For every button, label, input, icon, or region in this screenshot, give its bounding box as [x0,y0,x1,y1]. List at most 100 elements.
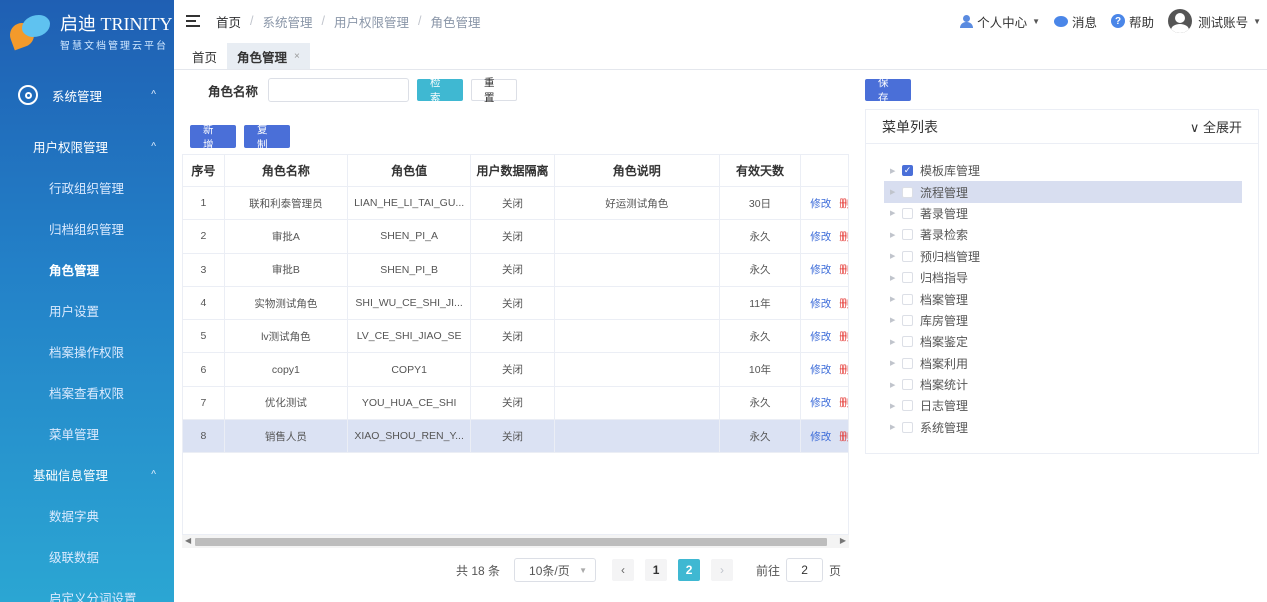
menu-tree-node[interactable]: ▶ 日志管理 [884,395,1242,416]
checkbox[interactable] [902,186,913,198]
table-row[interactable]: 5lv测试角色LV_CE_SHI_JIAO_SE关闭 永久修改删 [183,320,848,354]
reset-button[interactable]: 重置 [471,77,518,104]
menu-tree-node[interactable]: ▶ 流程管理 [884,181,1242,203]
table-row[interactable]: 6copy1COPY1关闭 10年修改删 [183,353,848,387]
help-link[interactable]: ? 帮助 [1111,12,1154,31]
checkbox[interactable] [902,229,913,241]
expand-arrow-icon[interactable]: ▶ [890,231,896,239]
menu-tree-node[interactable]: ▶ 档案管理 [884,288,1242,309]
menu-tree-node[interactable]: ▶ ✓ 模板库管理 [884,160,1242,181]
sidebar-item[interactable]: 档案查看权限 [0,372,174,413]
menu-tree-node[interactable]: ▶ 档案统计 [884,374,1242,395]
menu-tree-node[interactable]: ▶ 库房管理 [884,310,1242,331]
checkbox[interactable] [902,336,913,348]
edit-link[interactable]: 修改 [810,229,831,244]
table-row[interactable]: 1 联和利泰管理员 LIAN_HE_LI_TAI_GU... 关闭 好运测试角色 30日修… [183,187,848,221]
sidebar-item[interactable]: 级联数据 [0,536,174,577]
checkbox[interactable] [902,207,913,219]
checkbox[interactable] [902,250,913,262]
edit-link[interactable]: 修改 [810,296,831,311]
sidebar-item[interactable]: 菜单管理 [0,413,174,454]
expand-arrow-icon[interactable]: ▶ [890,338,896,346]
expand-arrow-icon[interactable]: ▶ [890,188,896,196]
delete-link[interactable]: 删 [839,229,848,244]
page-size-select[interactable]: 10条/页 ▼ [514,558,597,582]
expand-arrow-icon[interactable]: ▶ [890,209,896,217]
menu-tree-node[interactable]: ▶ 预归档管理 [884,246,1242,267]
sidebar-item[interactable]: 归档组织管理 [0,208,174,249]
expand-arrow-icon[interactable]: ▶ [890,381,896,389]
edit-link[interactable]: 修改 [810,196,831,211]
breadcrumb-item[interactable]: 系统管理 [263,12,313,31]
role-name-input[interactable] [268,78,410,102]
goto-page-input[interactable]: 2 [786,558,824,582]
menu-tree-node[interactable]: ▶ 著录管理 [884,203,1242,224]
page-2-button[interactable]: 2 [678,559,701,581]
add-button[interactable]: 新增 [190,124,236,151]
tab-home[interactable]: 首页 [182,43,227,69]
edit-link[interactable]: 修改 [810,362,831,377]
breadcrumb-item[interactable]: 用户权限管理 [334,12,409,31]
table-row[interactable]: 4实物测试角色SHI_WU_CE_SHI_JI...关闭 11年修改删 [183,286,848,321]
close-icon[interactable]: × [294,51,300,62]
scroll-left-icon[interactable]: ◀ [185,536,191,545]
checkbox[interactable] [902,272,913,284]
personal-center-menu[interactable]: 个人中心 ▼ [960,12,1040,31]
checkbox[interactable] [902,293,913,305]
menu-tree-node[interactable]: ▶ 档案利用 [884,353,1242,374]
expand-arrow-icon[interactable]: ▶ [890,252,896,260]
next-page-button[interactable]: › [711,559,734,581]
search-button[interactable]: 检索 [417,77,464,104]
messages-link[interactable]: 消息 [1054,12,1097,31]
expand-all-button[interactable]: ∨ 全展开 [1190,117,1242,136]
expand-arrow-icon[interactable]: ▶ [890,274,896,282]
edit-link[interactable]: 修改 [810,262,831,277]
expand-arrow-icon[interactable]: ▶ [890,402,896,410]
table-row[interactable]: 3审批BSHEN_PI_B关闭 永久修改删 [183,253,848,287]
checkbox[interactable] [902,357,913,369]
sidebar-item[interactable]: 启定义分词设置 [0,577,174,602]
menu-tree-node[interactable]: ▶ 系统管理 [884,417,1242,438]
scrollbar-thumb[interactable] [195,538,827,546]
expand-arrow-icon[interactable]: ▶ [890,423,896,431]
delete-link[interactable]: 删 [839,395,848,410]
delete-link[interactable]: 删 [839,296,848,311]
expand-arrow-icon[interactable]: ▶ [890,167,896,175]
expand-arrow-icon[interactable]: ▶ [890,359,896,367]
delete-link[interactable]: 删 [839,196,848,211]
sidebar-item[interactable]: 数据字典 [0,495,174,536]
expand-arrow-icon[interactable]: ▶ [890,295,896,303]
delete-link[interactable]: 删 [839,329,848,344]
expand-arrow-icon[interactable]: ▶ [890,316,896,324]
edit-link[interactable]: 修改 [810,329,831,344]
page-1-button[interactable]: 1 [645,559,668,581]
menu-tree-node[interactable]: ▶ 著录检索 [884,224,1242,245]
scroll-right-icon[interactable]: ▶ [840,536,846,545]
delete-link[interactable]: 删 [839,429,848,444]
edit-link[interactable]: 修改 [810,429,831,444]
checkbox[interactable] [902,379,913,391]
copy-button[interactable]: 复制 [244,124,290,151]
hamburger-icon[interactable] [186,15,200,27]
checkbox[interactable] [902,314,913,326]
tab-role-management[interactable]: 角色管理 × [227,43,310,69]
sidebar-item[interactable]: 角色管理 [0,249,174,290]
menu-tree-node[interactable]: ▶ 归档指导 [884,267,1242,288]
table-row[interactable]: 8销售人员XIAO_SHOU_REN_Y...关闭 永久修改删 [183,420,848,454]
checkbox[interactable]: ✓ [902,165,913,177]
sidebar-item[interactable]: 用户权限管理 ^ [0,126,174,167]
table-row[interactable]: 2审批ASHEN_PI_A关闭 永久修改删 [183,220,848,254]
checkbox[interactable] [902,421,913,433]
sidebar-item[interactable]: 系统管理 ^ [0,64,174,126]
breadcrumb-item[interactable]: 首页 [216,12,241,31]
sidebar-item[interactable]: 行政组织管理 [0,167,174,208]
save-button[interactable]: 保存 [865,77,911,104]
prev-page-button[interactable]: ‹ [612,559,635,581]
table-row[interactable]: 7优化测试YOU_HUA_CE_SHI关闭 永久修改删 [183,386,848,421]
menu-tree-node[interactable]: ▶ 档案鉴定 [884,331,1242,352]
checkbox[interactable] [902,400,913,412]
account-menu[interactable]: 测试账号 ▼ [1168,9,1261,33]
edit-link[interactable]: 修改 [810,395,831,410]
sidebar-item[interactable]: 基础信息管理 ^ [0,454,174,495]
sidebar-item[interactable]: 用户设置 [0,290,174,331]
